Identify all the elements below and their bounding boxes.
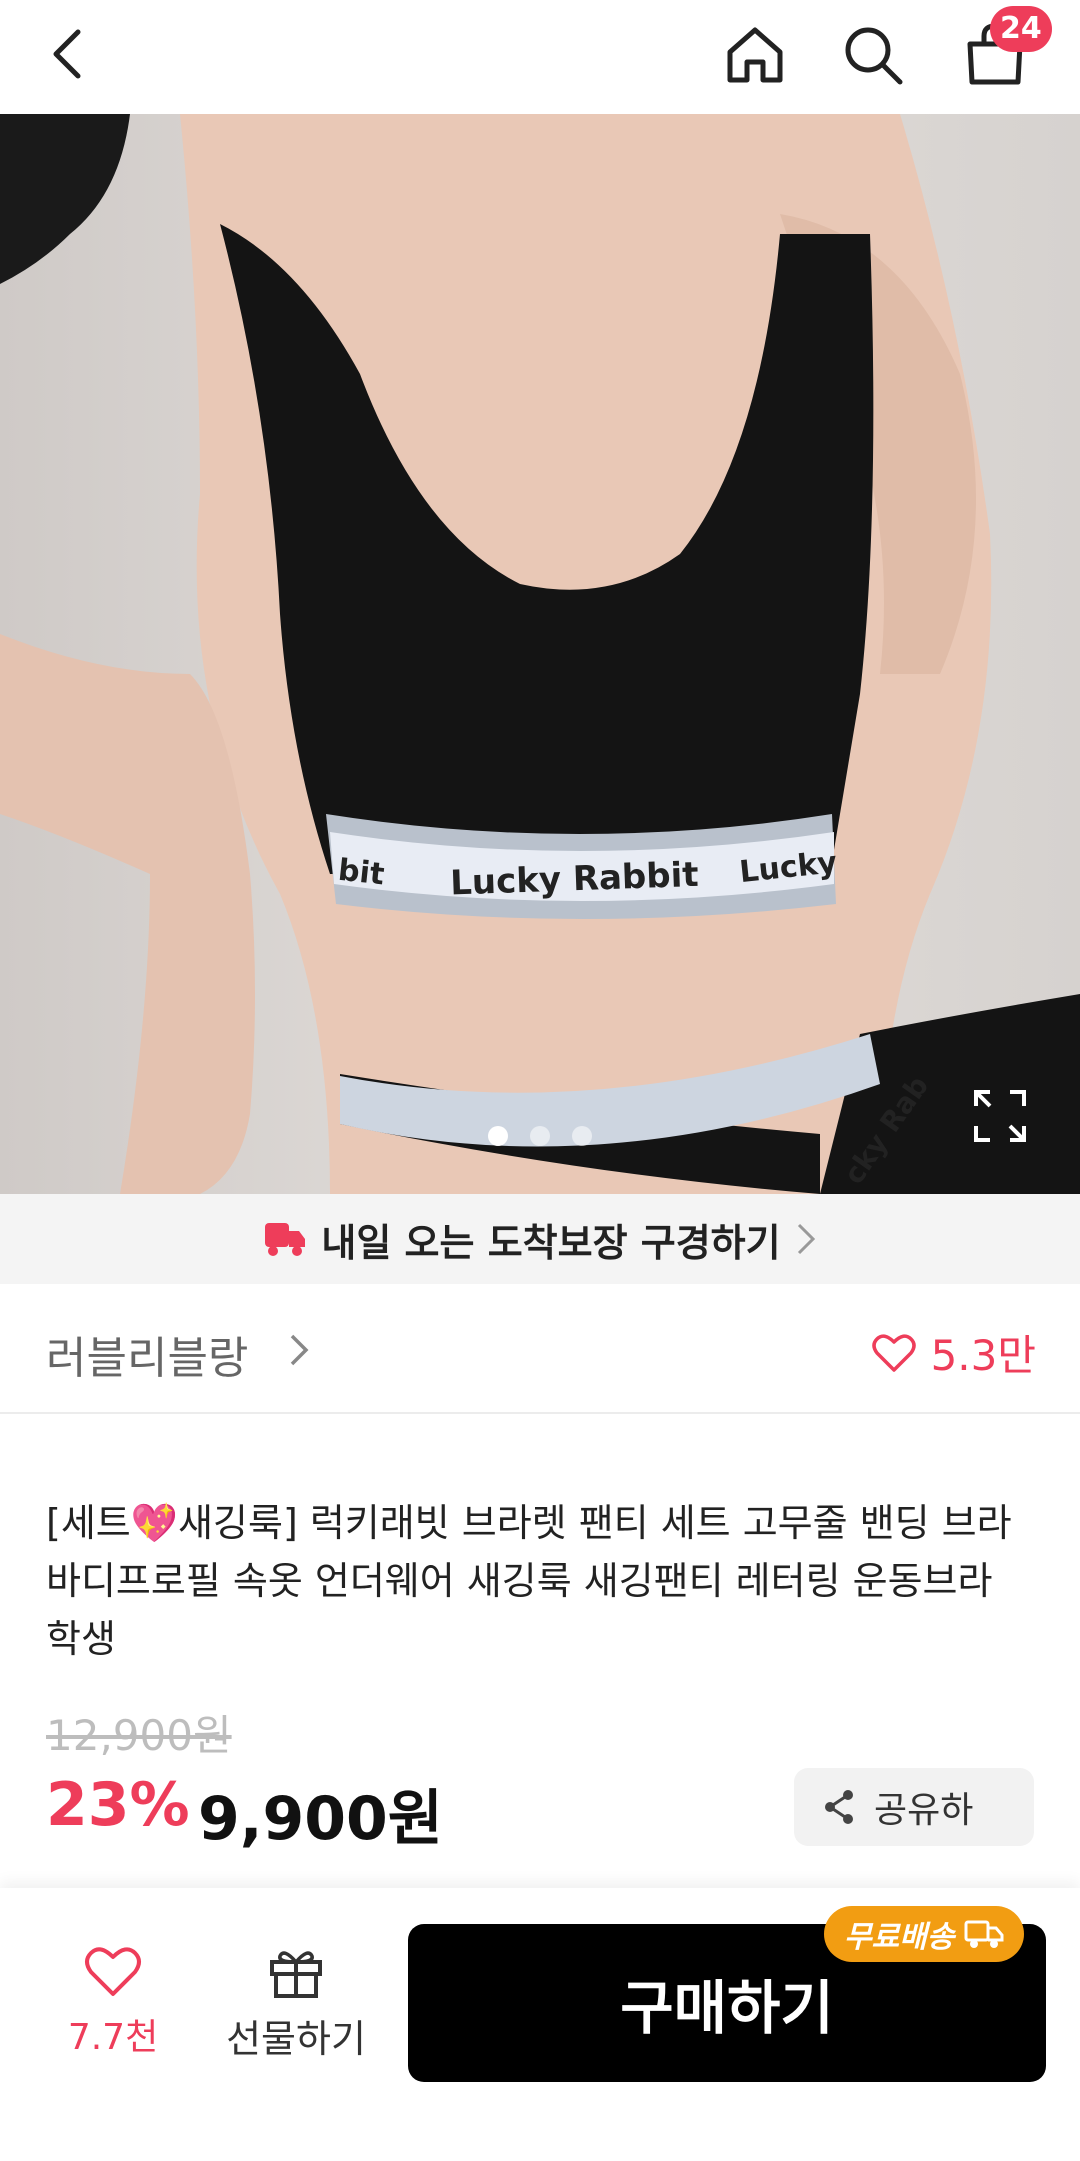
wishlist-count: 7.7천 [67, 2017, 159, 2058]
gift-button[interactable]: 선물하기 [216, 1944, 376, 2063]
product-image-carousel[interactable]: Lucky Rabbit bit Lucky cky Rab [0, 114, 1080, 1194]
top-navigation-bar: 24 [0, 0, 1080, 114]
free-shipping-badge: 무료배송 [824, 1906, 1025, 1962]
heart-outline-icon [871, 1333, 916, 1372]
chevron-right-icon [290, 1334, 309, 1366]
buy-button-label: 구매하기 [620, 1974, 834, 2042]
brand-like-count: 5.3만 [930, 1331, 1036, 1380]
brand-like-button[interactable]: 5.3만 [871, 1322, 1036, 1383]
bottom-action-bar: 7.7천 선물하기 구매하기 무료배송 [0, 1888, 1080, 2161]
share-icon [825, 1790, 853, 1824]
discount-rate: 23% [46, 1770, 190, 1840]
carousel-dot-3 [572, 1126, 592, 1146]
expand-fullscreen-icon[interactable] [972, 1088, 1028, 1144]
wishlist-button[interactable]: 7.7천 [58, 1944, 168, 2060]
carousel-dot-2 [530, 1126, 550, 1146]
search-icon[interactable] [838, 20, 908, 90]
share-button[interactable]: 공유하 [794, 1768, 1034, 1846]
chevron-right-icon [797, 1223, 815, 1255]
home-icon[interactable] [720, 20, 790, 90]
carousel-page-indicator [488, 1126, 592, 1146]
band-logo-left: bit [336, 853, 386, 893]
carousel-dot-1 [488, 1126, 508, 1146]
delivery-truck-icon [265, 1223, 306, 1256]
truck-icon [964, 1920, 1004, 1948]
cart-count-badge: 24 [990, 6, 1052, 52]
gift-label: 선물하기 [226, 2017, 366, 2061]
brand-name-link[interactable]: 러블리블랑 [46, 1322, 248, 1386]
product-photo: Lucky Rabbit bit Lucky cky Rab [0, 114, 1080, 1194]
back-icon[interactable] [40, 22, 100, 86]
gift-icon [270, 1951, 322, 1998]
share-label: 공유하 [874, 1790, 974, 1831]
free-shipping-label: 무료배송 [844, 1920, 955, 1955]
sale-price: 9,900원 [198, 1784, 443, 1854]
guaranteed-delivery-banner[interactable]: 내일 오는 도착보장 구경하기 [0, 1194, 1080, 1284]
heart-outline-icon [85, 1947, 141, 1996]
delivery-banner-text: 내일 오는 도착보장 구경하기 [321, 1220, 781, 1265]
product-title: [세트💖새깅룩] 럭키래빗 브라렛 팬티 세트 고무줄 밴딩 브라 바디프로필 … [46, 1501, 1012, 1661]
original-price: 12,900원 [46, 1711, 232, 1760]
brand-row: 러블리블랑 5.3만 [0, 1284, 1080, 1414]
